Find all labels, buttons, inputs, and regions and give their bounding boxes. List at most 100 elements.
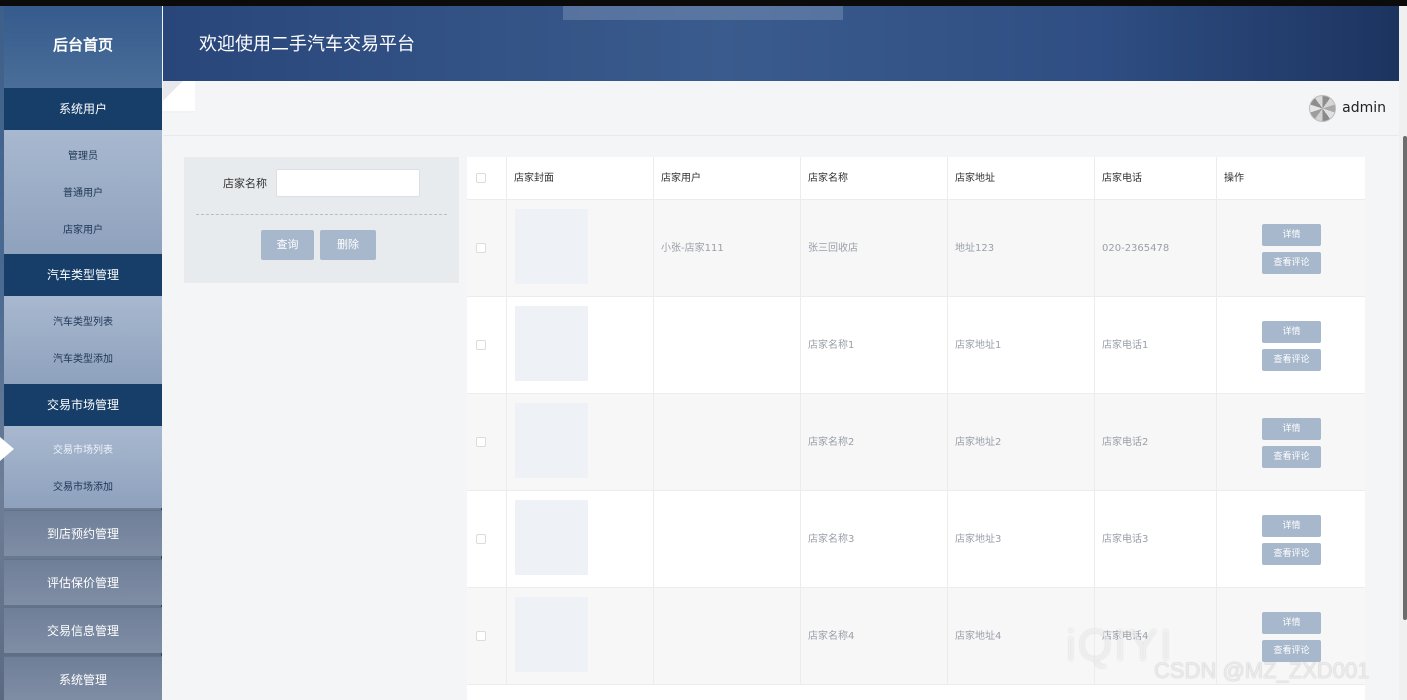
col-phone: 店家电话 — [1095, 157, 1217, 200]
shop-phone-cell: 020-2365478 — [1095, 200, 1217, 297]
sidebar-home[interactable]: 后台首页 — [4, 6, 162, 88]
shop-cover-image — [515, 209, 588, 284]
sidebar-item-car-type-add[interactable]: 汽车类型添加 — [4, 341, 162, 378]
sidebar-group-items: 管理员 普通用户 店家用户 — [4, 130, 162, 256]
sidebar-item-appointment[interactable]: 到店预约管理 — [4, 510, 162, 556]
shop-address-cell: 地址123 — [948, 200, 1095, 297]
table-row: 小张-店家111 张三回收店 地址123 020-2365478 详情 查看评论 — [467, 200, 1365, 297]
row-select-cell — [467, 491, 507, 588]
sidebar-item-admin[interactable]: 管理员 — [4, 138, 162, 175]
shop-name-cell: 张三回收店 — [801, 200, 948, 297]
sidebar-item-normal-user[interactable]: 普通用户 — [4, 175, 162, 212]
shop-address-cell: 店家地址2 — [948, 394, 1095, 491]
avatar — [1309, 94, 1337, 122]
select-all-checkbox[interactable] — [476, 173, 486, 183]
sidebar-item-car-type-list[interactable]: 汽车类型列表 — [4, 304, 162, 341]
shop-name-input[interactable] — [276, 169, 420, 197]
delete-button[interactable]: 删除 — [320, 230, 376, 260]
table-row: 店家名称2 店家地址2 店家电话2 详情 查看评论 — [467, 394, 1365, 491]
csdn-watermark: CSDN @MZ_ZXD001 — [1154, 658, 1370, 683]
row-select-cell — [467, 394, 507, 491]
actions-cell: 详情 查看评论 — [1217, 200, 1365, 297]
table-row: 店家名称1 店家地址1 店家电话1 详情 查看评论 — [467, 297, 1365, 394]
row-checkbox[interactable] — [476, 534, 486, 544]
row-select-cell — [467, 200, 507, 297]
shop-user-cell — [654, 491, 801, 588]
sidebar-item-market-list[interactable]: 交易市场列表 — [4, 432, 162, 469]
col-actions: 操作 — [1224, 173, 1244, 184]
sidebar-item-market-add[interactable]: 交易市场添加 — [4, 469, 162, 506]
row-checkbox[interactable] — [476, 631, 486, 641]
sidebar-item-shop-user[interactable]: 店家用户 — [4, 212, 162, 249]
view-reviews-button[interactable]: 查看评论 — [1262, 252, 1321, 274]
cover-cell — [507, 297, 654, 394]
divider — [196, 214, 447, 215]
shop-phone-cell: 店家电话1 — [1095, 297, 1217, 394]
view-reviews-button[interactable]: 查看评论 — [1262, 446, 1321, 468]
shop-table: 店家封面 店家用户 店家名称 店家地址 店家电话 操作 小张-店家111 张三回收… — [467, 157, 1365, 700]
view-reviews-button[interactable]: 查看评论 — [1262, 543, 1321, 565]
shop-user-cell: 小张-店家111 — [654, 200, 801, 297]
collapse-corner-icon[interactable] — [163, 81, 195, 113]
row-checkbox[interactable] — [476, 243, 486, 253]
actions-cell: 详情 查看评论 — [1217, 297, 1365, 394]
table-row: 店家名称3 店家地址3 店家电话3 详情 查看评论 — [467, 491, 1365, 588]
col-cover: 店家封面 — [507, 157, 654, 200]
shop-user-cell — [654, 394, 801, 491]
sidebar-item-trade-info[interactable]: 交易信息管理 — [4, 607, 162, 653]
scrollbar-thumb[interactable] — [1403, 136, 1407, 620]
sidebar-group-items: 汽车类型列表 汽车类型添加 — [4, 296, 162, 384]
detail-button[interactable]: 详情 — [1262, 418, 1321, 440]
shop-name-cell: 店家名称1 — [801, 297, 948, 394]
shop-user-cell — [654, 297, 801, 394]
query-button[interactable]: 查询 — [261, 230, 314, 260]
sidebar-group-title[interactable]: 交易市场管理 — [4, 384, 162, 426]
sidebar-group-items: 交易市场列表 交易市场添加 — [4, 426, 162, 508]
shop-phone-cell: 店家电话3 — [1095, 491, 1217, 588]
shop-cover-image — [515, 403, 588, 478]
shop-address-cell: 店家地址1 — [948, 297, 1095, 394]
shop-name-cell: 店家名称4 — [801, 588, 948, 685]
sidebar-item-system[interactable]: 系统管理 — [4, 656, 162, 700]
view-reviews-button[interactable]: 查看评论 — [1262, 349, 1321, 371]
sidebar-group-system-users: 系统用户 管理员 普通用户 店家用户 — [4, 88, 162, 256]
cover-cell — [507, 491, 654, 588]
row-select-cell — [467, 588, 507, 685]
sidebar-group-title[interactable]: 汽车类型管理 — [4, 254, 162, 296]
actions-cell: 详情 查看评论 — [1217, 491, 1365, 588]
actions-cell: 详情 查看评论 — [1217, 394, 1365, 491]
shop-cover-image — [515, 500, 588, 575]
shop-phone-cell: 店家电话2 — [1095, 394, 1217, 491]
row-checkbox[interactable] — [476, 437, 486, 447]
search-label: 店家名称 — [223, 177, 267, 190]
page-title: 欢迎使用二手汽车交易平台 — [199, 34, 415, 55]
sidebar-group-title[interactable]: 系统用户 — [4, 88, 162, 130]
toolbar — [163, 81, 1407, 136]
user-menu[interactable]: admin — [1309, 94, 1386, 122]
row-checkbox[interactable] — [476, 340, 486, 350]
search-panel: 店家名称 查询 删除 — [184, 157, 459, 283]
shop-name-cell: 店家名称2 — [801, 394, 948, 491]
col-user: 店家用户 — [654, 157, 801, 200]
cover-cell — [507, 588, 654, 685]
detail-button[interactable]: 详情 — [1262, 321, 1321, 343]
detail-button[interactable]: 详情 — [1262, 612, 1321, 634]
sidebar: 后台首页 系统用户 管理员 普通用户 店家用户 汽车类型管理 汽车类型列表 汽车… — [0, 6, 162, 700]
top-header: 欢迎使用二手汽车交易平台 — [163, 6, 1407, 81]
cover-cell — [507, 394, 654, 491]
sidebar-group-market: 交易市场管理 交易市场列表 交易市场添加 — [4, 384, 162, 508]
shop-cover-image — [515, 597, 588, 672]
username: admin — [1342, 100, 1386, 116]
row-select-cell — [467, 297, 507, 394]
col-name: 店家名称 — [801, 157, 948, 200]
col-address: 店家地址 — [948, 157, 1095, 200]
cover-cell — [507, 200, 654, 297]
detail-button[interactable]: 详情 — [1262, 515, 1321, 537]
shop-user-cell — [654, 588, 801, 685]
detail-button[interactable]: 详情 — [1262, 224, 1321, 246]
sidebar-item-valuation[interactable]: 评估保价管理 — [4, 559, 162, 605]
sidebar-group-car-type: 汽车类型管理 汽车类型列表 汽车类型添加 — [4, 254, 162, 384]
active-indicator-arrow-icon — [0, 437, 14, 461]
table-header: 店家封面 店家用户 店家名称 店家地址 店家电话 操作 — [467, 157, 1365, 200]
shop-cover-image — [515, 306, 588, 381]
